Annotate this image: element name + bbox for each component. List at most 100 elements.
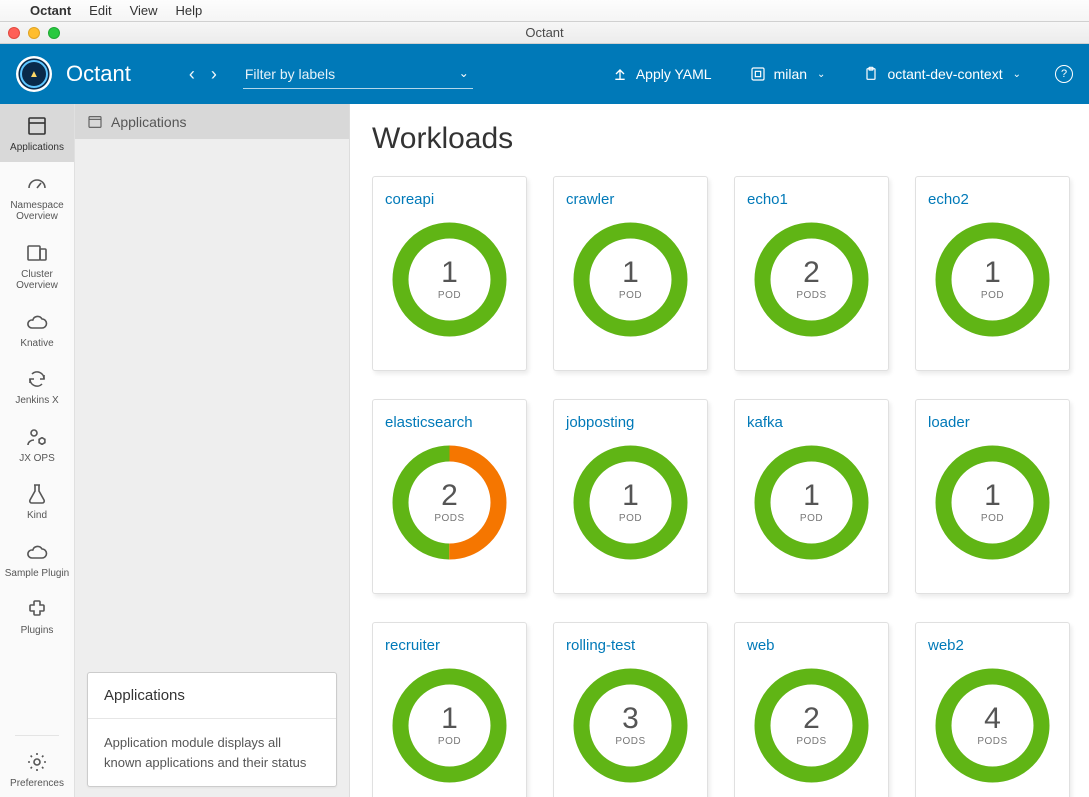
main-content: Workloads coreapi 1 POD crawler 1 POD bbox=[350, 104, 1089, 797]
sidebar-item-preferences[interactable]: Preferences bbox=[0, 740, 74, 797]
sidebar-item-applications[interactable]: Applications bbox=[0, 104, 74, 162]
sidebar-item-jenkins-x[interactable]: Jenkins X bbox=[0, 357, 74, 415]
sidebar-item-kind[interactable]: Kind bbox=[0, 472, 74, 530]
workload-title-link[interactable]: kafka bbox=[747, 414, 783, 431]
sidebar-item-label: Sample Plugin bbox=[5, 568, 69, 580]
workload-card: jobposting 1 POD bbox=[553, 399, 708, 594]
mac-menu-edit[interactable]: Edit bbox=[89, 3, 111, 18]
info-card: Applications Application module displays… bbox=[87, 672, 337, 787]
pod-unit: POD bbox=[981, 290, 1004, 301]
pod-donut: 1 POD bbox=[754, 445, 869, 560]
pod-unit: PODS bbox=[977, 736, 1007, 747]
sidebar-item-label: Knative bbox=[20, 338, 53, 350]
mac-menu-view[interactable]: View bbox=[130, 3, 158, 18]
pod-count: 1 bbox=[441, 704, 458, 734]
cloud-icon bbox=[25, 540, 49, 564]
filter-wrap: ⌄ bbox=[243, 60, 473, 89]
sec-panel-row-label: Applications bbox=[111, 114, 187, 130]
pod-unit: POD bbox=[619, 513, 642, 524]
pod-donut: 1 POD bbox=[392, 222, 507, 337]
workload-card: echo2 1 POD bbox=[915, 176, 1070, 371]
pod-unit: PODS bbox=[796, 736, 826, 747]
workload-card: crawler 1 POD bbox=[553, 176, 708, 371]
pod-donut: 4 PODS bbox=[935, 668, 1050, 783]
pod-unit: POD bbox=[800, 513, 823, 524]
workload-card: kafka 1 POD bbox=[734, 399, 889, 594]
upload-icon bbox=[612, 66, 628, 82]
filter-labels-input[interactable] bbox=[243, 60, 473, 89]
app-brand: Octant bbox=[66, 61, 131, 87]
workload-title-link[interactable]: recruiter bbox=[385, 637, 440, 654]
pod-count: 1 bbox=[622, 258, 639, 288]
sidebar-item-plugins[interactable]: Plugins bbox=[0, 587, 74, 645]
workload-title-link[interactable]: echo2 bbox=[928, 191, 969, 208]
chevron-down-icon: ⌄ bbox=[817, 69, 825, 80]
pod-unit: PODS bbox=[434, 513, 464, 524]
pod-donut: 1 POD bbox=[392, 668, 507, 783]
close-window-button[interactable] bbox=[8, 27, 20, 39]
sidebar-item-namespace-overview[interactable]: Namespace Overview bbox=[0, 162, 74, 231]
pod-count: 3 bbox=[622, 704, 639, 734]
info-card-body: Application module displays all known ap… bbox=[104, 733, 320, 772]
nav-back-button[interactable]: ‹ bbox=[185, 60, 199, 89]
nav-forward-button[interactable]: › bbox=[207, 60, 221, 89]
gauge-icon bbox=[25, 172, 49, 196]
context-selector[interactable]: octant-dev-context ⌄ bbox=[851, 60, 1033, 88]
workload-title-link[interactable]: echo1 bbox=[747, 191, 788, 208]
devices-icon bbox=[25, 241, 49, 265]
pod-unit: POD bbox=[619, 290, 642, 301]
pod-donut: 1 POD bbox=[573, 222, 688, 337]
namespace-icon bbox=[750, 66, 766, 82]
workload-card: elasticsearch 2 PODS bbox=[372, 399, 527, 594]
pod-donut: 2 PODS bbox=[754, 222, 869, 337]
sidebar-item-cluster-overview[interactable]: Cluster Overview bbox=[0, 231, 74, 300]
workload-title-link[interactable]: loader bbox=[928, 414, 970, 431]
sidebar-item-label: Plugins bbox=[21, 625, 54, 637]
workload-title-link[interactable]: elasticsearch bbox=[385, 414, 473, 431]
sidebar-item-label: Namespace Overview bbox=[2, 200, 72, 223]
pod-donut: 1 POD bbox=[573, 445, 688, 560]
pod-donut: 3 PODS bbox=[573, 668, 688, 783]
pod-count: 1 bbox=[984, 258, 1001, 288]
pod-donut: 1 POD bbox=[935, 445, 1050, 560]
workload-title-link[interactable]: crawler bbox=[566, 191, 614, 208]
user-gear-icon bbox=[25, 425, 49, 449]
mac-menu-help[interactable]: Help bbox=[176, 3, 203, 18]
sidebar-item-sample-plugin[interactable]: Sample Plugin bbox=[0, 530, 74, 588]
pod-count: 2 bbox=[803, 704, 820, 734]
pod-unit: POD bbox=[438, 290, 461, 301]
sidebar-item-label: Preferences bbox=[10, 778, 64, 790]
workload-title-link[interactable]: web2 bbox=[928, 637, 964, 654]
mac-menubar: Octant Edit View Help bbox=[0, 0, 1089, 22]
workload-card: web2 4 PODS bbox=[915, 622, 1070, 797]
mac-menu-app[interactable]: Octant bbox=[30, 3, 71, 18]
chevron-down-icon: ⌄ bbox=[1013, 69, 1021, 80]
workload-title-link[interactable]: coreapi bbox=[385, 191, 434, 208]
sidebar-item-knative[interactable]: Knative bbox=[0, 300, 74, 358]
workload-cards: coreapi 1 POD crawler 1 POD ec bbox=[372, 176, 1067, 797]
workload-card: echo1 2 PODS bbox=[734, 176, 889, 371]
window-title: Octant bbox=[525, 25, 563, 40]
apply-yaml-button[interactable]: Apply YAML bbox=[600, 60, 724, 88]
pod-count: 2 bbox=[803, 258, 820, 288]
workload-title-link[interactable]: jobposting bbox=[566, 414, 634, 431]
namespace-selector[interactable]: milan ⌄ bbox=[738, 60, 838, 88]
workload-card: recruiter 1 POD bbox=[372, 622, 527, 797]
workload-card: loader 1 POD bbox=[915, 399, 1070, 594]
help-button[interactable]: ? bbox=[1055, 65, 1073, 83]
workload-card: rolling-test 3 PODS bbox=[553, 622, 708, 797]
pod-count: 1 bbox=[441, 258, 458, 288]
chevron-down-icon[interactable]: ⌄ bbox=[459, 66, 469, 80]
pod-count: 4 bbox=[984, 704, 1001, 734]
sec-panel-row-applications[interactable]: Applications bbox=[75, 104, 349, 139]
pod-count: 1 bbox=[984, 481, 1001, 511]
workload-title-link[interactable]: web bbox=[747, 637, 775, 654]
nav-arrows: ‹ › bbox=[185, 60, 221, 89]
puzzle-icon bbox=[25, 597, 49, 621]
sidebar-item-label: Applications bbox=[10, 142, 64, 154]
workload-title-link[interactable]: rolling-test bbox=[566, 637, 635, 654]
zoom-window-button[interactable] bbox=[48, 27, 60, 39]
sidebar-item-jx-ops[interactable]: JX OPS bbox=[0, 415, 74, 473]
minimize-window-button[interactable] bbox=[28, 27, 40, 39]
app-header: Octant ‹ › ⌄ Apply YAML milan ⌄ octant-d… bbox=[0, 44, 1089, 104]
